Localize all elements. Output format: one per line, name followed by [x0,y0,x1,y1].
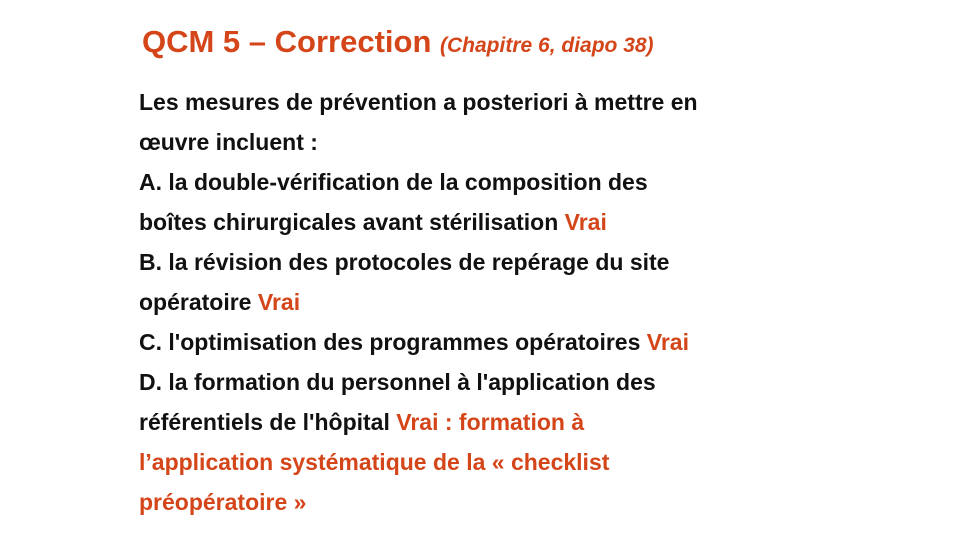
option-a-line-2: boîtes chirurgicales avant stérilisation… [139,202,879,242]
option-d-answer-2: l’application systématique de la « check… [139,449,610,475]
title-subtitle: (Chapitre 6, diapo 38) [440,34,654,57]
option-d-line-1: D. la formation du personnel à l'applica… [139,369,656,395]
slide-body: Les mesures de prévention a posteriori à… [139,82,879,522]
option-b-line-1: B. la révision des protocoles de repérag… [139,249,670,275]
option-c-answer: Vrai [646,329,689,355]
slide-title: QCM 5 – Correction (Chapitre 6, diapo 38… [142,22,654,66]
option-c-text: C. l'optimisation des programmes opérato… [139,329,641,355]
option-b-answer: Vrai [257,289,301,315]
option-d-answer-1: Vrai : formation à [396,409,585,435]
option-d-answer-3: préopératoire » [139,489,307,515]
title-text: QCM 5 – Correction [142,24,432,59]
option-a-answer: Vrai [564,209,607,235]
question-line-1: Les mesures de prévention a posteriori à… [139,89,698,115]
option-d-text: référentiels de l'hôpital [139,409,390,435]
option-d-line-2: référentiels de l'hôpital Vrai : formati… [139,402,879,442]
option-a-line-1: A. la double-vérification de la composit… [139,169,648,195]
option-a-text: boîtes chirurgicales avant stérilisation [139,209,559,235]
question-line-2: œuvre incluent : [139,129,318,155]
option-b-line-2: opératoire Vrai [139,282,879,322]
option-c-line-1: C. l'optimisation des programmes opérato… [139,322,879,362]
option-b-text: opératoire [139,289,252,315]
slide: QCM 5 – Correction (Chapitre 6, diapo 38… [0,0,960,540]
